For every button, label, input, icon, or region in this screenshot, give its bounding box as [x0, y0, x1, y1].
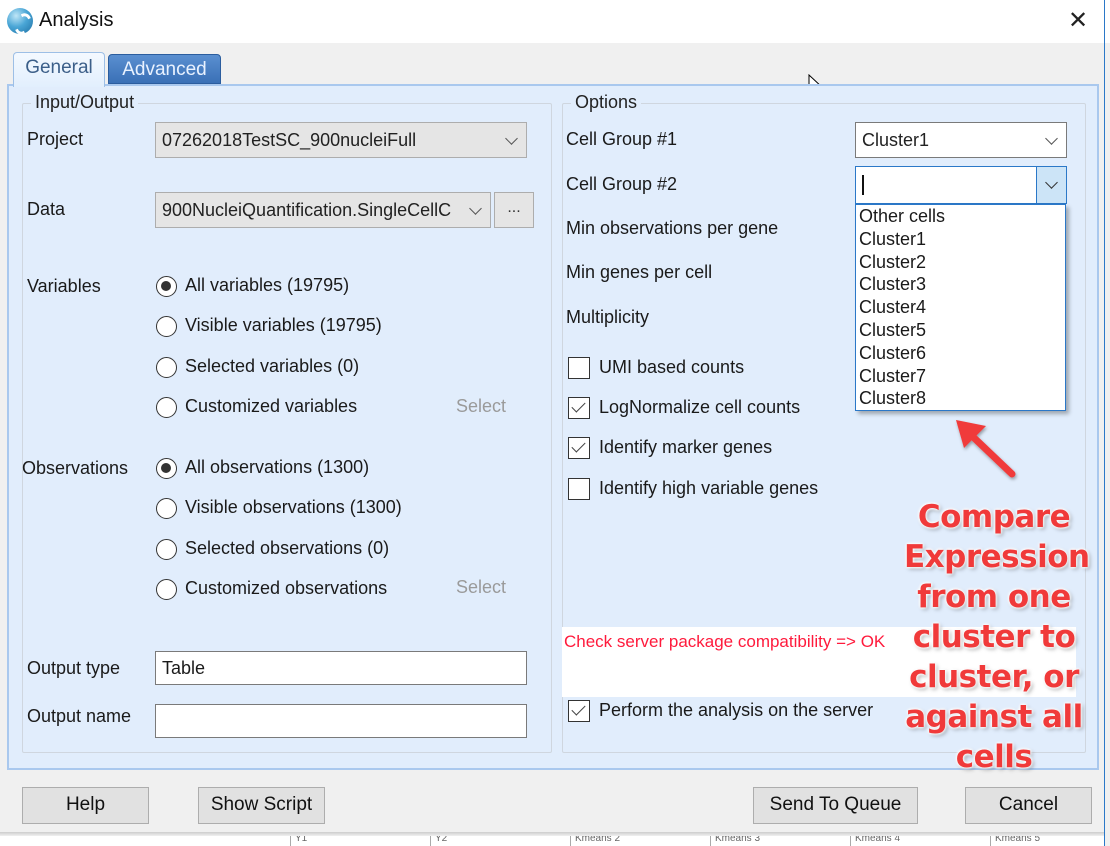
input-output-legend: Input/Output: [31, 92, 139, 113]
background-column-header: Y1: [290, 836, 430, 846]
cell-group1-value: Cluster1: [862, 130, 930, 150]
checkbox-icon: [568, 357, 590, 379]
chevron-down-icon: [504, 123, 520, 157]
variables-label: Variables: [27, 276, 101, 296]
background-column-header: Kmeans 5: [990, 836, 1104, 846]
cell-group1-label: Cell Group #1: [566, 129, 678, 149]
radio-label: All variables (19795): [185, 275, 350, 295]
annotation-callout: Compare Expression from one cluster to c…: [904, 499, 1090, 775]
radio-label: Visible variables (19795): [185, 315, 382, 335]
tab-advanced[interactable]: Advanced: [108, 54, 221, 84]
dropdown-option[interactable]: Other cells: [856, 205, 1065, 228]
tab-general[interactable]: General: [13, 52, 105, 87]
annotation-arrow-icon: [956, 420, 1016, 478]
chevron-down-icon: [1044, 123, 1060, 157]
title-bar: Analysis ✕: [0, 0, 1104, 43]
dropdown-option[interactable]: Cluster3: [856, 273, 1065, 296]
window-title: Analysis: [39, 9, 114, 31]
cell-group2-dropdown[interactable]: [855, 166, 1067, 204]
dropdown-option[interactable]: Cluster6: [856, 342, 1065, 365]
checkbox-label: Identify high variable genes: [599, 478, 819, 498]
checkbox-label: UMI based counts: [599, 357, 745, 377]
project-label: Project: [27, 129, 84, 149]
chevron-down-icon: [468, 193, 484, 227]
checkmark-icon: [568, 397, 590, 419]
background-column-header: Kmeans 3: [710, 836, 850, 846]
data-dropdown[interactable]: 900NucleiQuantification.SingleCellC: [155, 192, 491, 228]
background-column-header: Kmeans 4: [850, 836, 990, 846]
project-value: 07262018TestSC_900nucleiFull: [162, 130, 417, 150]
output-type-label: Output type: [27, 658, 121, 678]
cancel-button[interactable]: Cancel: [965, 787, 1092, 824]
dropdown-option[interactable]: Cluster1: [856, 228, 1065, 251]
radio-label: All observations (1300): [185, 457, 370, 477]
background-column-header: Kmeans 2: [570, 836, 710, 846]
checkmark-icon: [568, 700, 590, 722]
output-name-label: Output name: [27, 706, 132, 726]
radio-icon: [156, 397, 177, 418]
radio-selected-icon: [156, 458, 177, 479]
window-edge-top: [1104, 0, 1110, 43]
status-message: Check server package compatibility => OK: [564, 632, 886, 651]
output-name-field[interactable]: [155, 704, 527, 738]
project-dropdown[interactable]: 07262018TestSC_900nucleiFull: [155, 122, 527, 158]
radio-icon: [156, 316, 177, 337]
close-button[interactable]: ✕: [1056, 6, 1100, 38]
radio-label: Customized variables: [185, 396, 358, 416]
background-column-header: Y2: [430, 836, 570, 846]
min-obs-per-gene-label: Min observations per gene: [566, 218, 779, 238]
min-genes-per-cell-label: Min genes per cell: [566, 262, 713, 282]
data-label: Data: [27, 199, 66, 219]
close-icon: ✕: [1067, 7, 1089, 34]
radio-icon: [156, 357, 177, 378]
chevron-down-icon[interactable]: [1036, 167, 1066, 203]
dropdown-option[interactable]: Cluster4: [856, 296, 1065, 319]
window-edge: [1104, 0, 1110, 846]
variables-select-link[interactable]: Select: [456, 396, 506, 417]
observations-label: Observations: [22, 458, 129, 478]
radio-icon: [156, 579, 177, 600]
send-to-queue-button[interactable]: Send To Queue: [753, 787, 918, 824]
cell-group2-label: Cell Group #2: [566, 174, 678, 194]
dropdown-option[interactable]: Cluster7: [856, 365, 1065, 388]
checkmark-icon: [568, 437, 590, 459]
radio-label: Selected observations (0): [185, 538, 390, 558]
dropdown-option[interactable]: Cluster2: [856, 251, 1065, 274]
observations-select-link[interactable]: Select: [456, 577, 506, 598]
multiplicity-label: Multiplicity: [566, 307, 650, 327]
radio-selected-icon: [156, 276, 177, 297]
radio-label: Selected variables (0): [185, 356, 360, 376]
radio-label: Visible observations (1300): [185, 497, 402, 517]
options-legend: Options: [571, 92, 642, 113]
cell-group2-options-list: Other cells Cluster1 Cluster2 Cluster3 C…: [855, 204, 1066, 411]
radio-label: Customized observations: [185, 578, 388, 598]
dropdown-option[interactable]: Cluster5: [856, 319, 1065, 342]
data-browse-button[interactable]: ...: [494, 192, 534, 228]
checkbox-label: Perform the analysis on the server: [599, 700, 874, 720]
show-script-button[interactable]: Show Script: [198, 787, 325, 824]
radio-icon: [156, 498, 177, 519]
text-caret: [862, 175, 864, 195]
app-logo-icon: [7, 8, 33, 34]
checkbox-icon: [568, 478, 590, 500]
checkbox-label: LogNormalize cell counts: [599, 397, 801, 417]
radio-icon: [156, 539, 177, 560]
dropdown-option[interactable]: Cluster8: [856, 387, 1065, 410]
data-value: 900NucleiQuantification.SingleCellC: [162, 200, 452, 220]
cell-group1-dropdown[interactable]: Cluster1: [855, 122, 1067, 158]
checkbox-label: Identify marker genes: [599, 437, 773, 457]
background-table-header: Y1 Y2 Kmeans 2 Kmeans 3 Kmeans 4 Kmeans …: [0, 836, 1104, 846]
help-button[interactable]: Help: [22, 787, 149, 824]
output-type-field[interactable]: Table: [155, 651, 527, 685]
